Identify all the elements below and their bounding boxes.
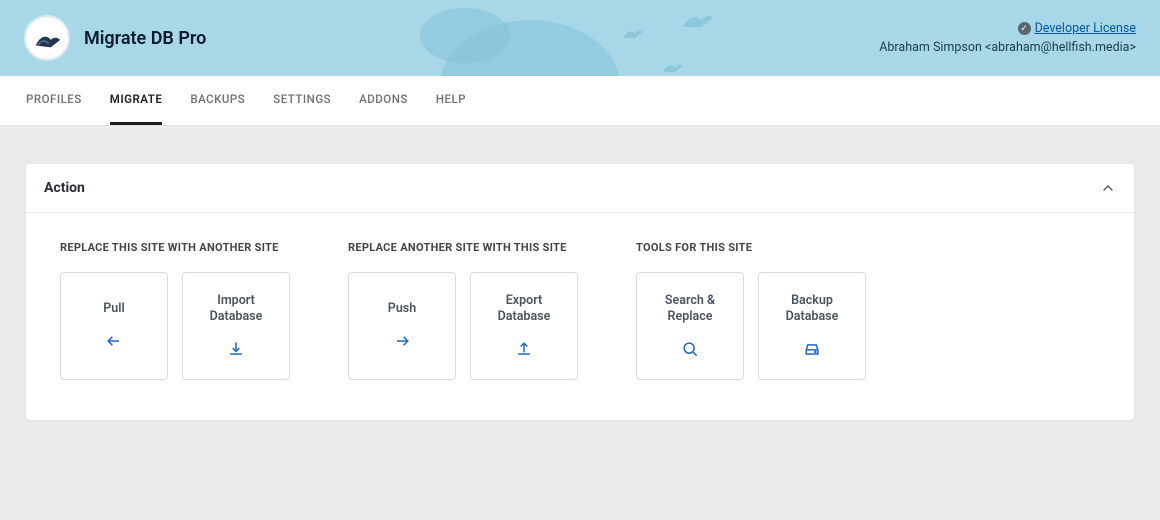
panel-title: Action	[44, 180, 85, 196]
tab-bar: PROFILES MIGRATE BACKUPS SETTINGS ADDONS…	[0, 76, 1160, 126]
decor-bird-icon	[620, 24, 646, 40]
chevron-up-icon	[1100, 180, 1116, 196]
download-icon	[226, 339, 246, 359]
card-search-replace[interactable]: Search & Replace	[636, 272, 744, 380]
app-title: Migrate DB Pro	[84, 28, 206, 49]
action-panel: Action REPLACE THIS SITE WITH ANOTHER SI…	[26, 164, 1134, 420]
card-import-database[interactable]: Import Database	[182, 272, 290, 380]
card-push[interactable]: Push	[348, 272, 456, 380]
card-label: Push	[388, 301, 416, 317]
panel-body: REPLACE THIS SITE WITH ANOTHER SITE Pull…	[26, 213, 1134, 420]
group-title: REPLACE ANOTHER SITE WITH THIS SITE	[348, 241, 578, 254]
card-backup-database[interactable]: Backup Database	[758, 272, 866, 380]
check-icon: ✓	[1018, 22, 1031, 35]
group-replace-this: REPLACE THIS SITE WITH ANOTHER SITE Pull…	[60, 241, 290, 380]
card-label: Backup Database	[769, 293, 855, 326]
card-pull[interactable]: Pull	[60, 272, 168, 380]
group-title: REPLACE THIS SITE WITH ANOTHER SITE	[60, 241, 290, 254]
card-label: Export Database	[481, 293, 567, 326]
card-label: Import Database	[193, 293, 279, 326]
group-tools: TOOLS FOR THIS SITE Search & Replace Bac…	[636, 241, 866, 380]
card-label: Pull	[103, 301, 125, 317]
arrow-left-icon	[104, 331, 124, 351]
tab-migrate[interactable]: MIGRATE	[110, 76, 163, 125]
arrow-right-icon	[392, 331, 412, 351]
tab-backups[interactable]: BACKUPS	[190, 76, 245, 125]
decor-bird-icon	[660, 58, 686, 74]
search-icon	[680, 339, 700, 359]
card-label: Search & Replace	[647, 293, 733, 326]
content-area: Action REPLACE THIS SITE WITH ANOTHER SI…	[0, 126, 1160, 458]
group-title: TOOLS FOR THIS SITE	[636, 241, 866, 254]
license-link[interactable]: Developer License	[1035, 21, 1136, 36]
header-right: ✓ Developer License Abraham Simpson <abr…	[879, 21, 1136, 55]
card-export-database[interactable]: Export Database	[470, 272, 578, 380]
upload-icon	[514, 339, 534, 359]
group-replace-another: REPLACE ANOTHER SITE WITH THIS SITE Push…	[348, 241, 578, 380]
decor-bird-icon	[680, 6, 716, 30]
user-line: Abraham Simpson <abraham@hellfish.media>	[879, 40, 1136, 55]
tab-profiles[interactable]: PROFILES	[26, 76, 82, 125]
disk-icon	[802, 339, 822, 359]
tab-help[interactable]: HELP	[436, 76, 466, 125]
tab-addons[interactable]: ADDONS	[359, 76, 408, 125]
app-logo	[24, 15, 70, 61]
decor-cloud	[420, 8, 510, 63]
tab-settings[interactable]: SETTINGS	[273, 76, 331, 125]
app-header: Migrate DB Pro ✓ Developer License Abrah…	[0, 0, 1160, 76]
panel-header[interactable]: Action	[26, 164, 1134, 213]
